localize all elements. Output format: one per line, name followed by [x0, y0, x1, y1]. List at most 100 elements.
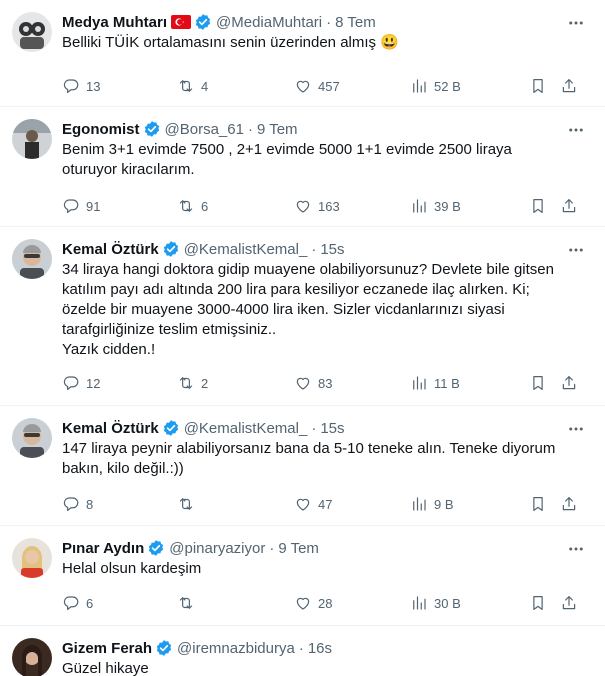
avatar[interactable]	[12, 538, 52, 578]
share-button[interactable]	[560, 196, 578, 216]
tweet-text-line: bakın, kilo değil.:))	[62, 460, 184, 477]
tweet-text: 34 liraya hangi doktora gidip muayene ol…	[62, 260, 562, 360]
tweet-text-line: özelde bir muayene 3000-4000 lira iken. …	[62, 301, 505, 318]
reply-button[interactable]: 13	[62, 76, 100, 96]
share-icon	[562, 596, 576, 610]
turkey-flag-icon	[171, 15, 192, 29]
views-button[interactable]: 9 B	[410, 494, 454, 514]
user-handle[interactable]: @Borsa_61	[165, 121, 244, 138]
tweet[interactable]: Pınar Aydın @pinaryaziyor · 9 Tem Helal …	[0, 526, 605, 626]
tweet-text-line: 34 liraya hangi doktora gidip muayene ol…	[62, 261, 554, 278]
bookmark-button[interactable]	[529, 593, 547, 613]
like-button[interactable]: 83	[294, 373, 332, 393]
bookmark-icon	[533, 596, 543, 610]
verified-badge-icon	[162, 419, 180, 437]
more-options-icon[interactable]	[567, 14, 585, 32]
like-button[interactable]: 163	[294, 196, 340, 216]
bookmark-icon	[533, 376, 543, 390]
views-button[interactable]: 39 B	[410, 196, 461, 216]
bookmark-button[interactable]	[529, 494, 547, 514]
reply-button[interactable]: 6	[62, 593, 93, 613]
views-button[interactable]: 52 B	[410, 76, 461, 96]
like-button[interactable]: 457	[294, 76, 340, 96]
retweet-count: 4	[201, 78, 209, 94]
retweet-count: 2	[201, 375, 209, 391]
user-handle[interactable]: @pinaryaziyor	[169, 540, 265, 557]
views-button[interactable]: 11 B	[410, 373, 460, 393]
share-button[interactable]	[560, 494, 578, 514]
view-count: 52 B	[434, 78, 461, 94]
avatar[interactable]	[12, 418, 52, 458]
timestamp[interactable]: 16s	[308, 640, 332, 657]
view-count: 9 B	[434, 496, 454, 512]
tweet-text-line: katılım payı adı altında 200 lira para k…	[62, 281, 530, 298]
timestamp[interactable]: 8 Tem	[335, 14, 376, 31]
display-name[interactable]: Kemal Öztürk	[62, 420, 159, 437]
analytics-icon	[413, 596, 426, 610]
tweet-text-line: Benim 3+1 evimde 7500 , 2+1 evimde 5000 …	[62, 141, 512, 158]
more-options-icon[interactable]	[567, 241, 585, 259]
reply-count: 12	[86, 375, 101, 391]
timestamp[interactable]: 15s	[320, 241, 344, 258]
user-handle[interactable]: @MediaMuhtari	[216, 14, 322, 31]
display-name[interactable]: Pınar Aydın	[62, 540, 144, 557]
reply-button[interactable]: 12	[62, 373, 100, 393]
tweet-actions: 8 47 9 B	[62, 494, 592, 514]
tweet[interactable]: Gizem Ferah @iremnazbidurya · 16s Güzel …	[0, 626, 605, 676]
avatar[interactable]	[12, 239, 52, 279]
like-count: 457	[318, 78, 340, 94]
bookmark-button[interactable]	[529, 76, 547, 96]
user-handle[interactable]: @iremnazbidurya	[177, 640, 295, 657]
display-name[interactable]: Medya Muhtarı	[62, 14, 167, 31]
tweet[interactable]: Medya Muhtarı @MediaMuhtari · 8 Tem Bell…	[0, 0, 605, 107]
reply-icon	[63, 79, 79, 93]
reply-button[interactable]: 8	[62, 494, 93, 514]
tweet-text: Helal olsun kardeşim	[62, 559, 562, 579]
like-button[interactable]: 28	[294, 593, 332, 613]
retweet-button[interactable]	[177, 593, 201, 613]
bookmark-button[interactable]	[529, 373, 547, 393]
retweet-button[interactable]	[177, 494, 201, 514]
avatar[interactable]	[12, 638, 52, 676]
user-handle[interactable]: @KemalistKemal_	[184, 420, 308, 437]
reply-button[interactable]: 91	[62, 196, 100, 216]
more-options-icon[interactable]	[567, 540, 585, 558]
retweet-button[interactable]: 2	[177, 373, 208, 393]
retweet-button[interactable]: 6	[177, 196, 208, 216]
retweet-icon	[179, 597, 193, 609]
bookmark-icon	[533, 79, 543, 93]
tweet-header: Pınar Aydın @pinaryaziyor · 9 Tem	[62, 538, 319, 558]
like-button[interactable]: 47	[294, 494, 332, 514]
timestamp[interactable]: 9 Tem	[257, 121, 298, 138]
heart-icon	[296, 200, 310, 213]
tweet-text-line: tarafgirliğinize teslim etmişsiniz..	[62, 321, 277, 338]
share-button[interactable]	[560, 76, 578, 96]
avatar[interactable]	[12, 119, 52, 159]
user-handle[interactable]: @KemalistKemal_	[184, 241, 308, 258]
tweet[interactable]: Kemal Öztürk @KemalistKemal_ · 15s 147 l…	[0, 406, 605, 526]
display-name[interactable]: Gizem Ferah	[62, 640, 152, 657]
tweet[interactable]: Egonomist @Borsa_61 · 9 Tem Benim 3+1 ev…	[0, 107, 605, 227]
display-name[interactable]: Egonomist	[62, 121, 140, 138]
bookmark-button[interactable]	[529, 196, 547, 216]
analytics-icon	[413, 79, 426, 93]
bookmark-icon	[533, 199, 543, 213]
retweet-button[interactable]: 4	[177, 76, 208, 96]
retweet-icon	[179, 498, 193, 510]
separator-dot: ·	[269, 539, 275, 557]
share-button[interactable]	[560, 593, 578, 613]
more-options-icon[interactable]	[567, 420, 585, 438]
views-button[interactable]: 30 B	[410, 593, 461, 613]
display-name[interactable]: Kemal Öztürk	[62, 241, 159, 258]
separator-dot: ·	[247, 120, 253, 138]
verified-badge-icon	[194, 13, 212, 31]
tweet[interactable]: Kemal Öztürk @KemalistKemal_ · 15s 34 li…	[0, 227, 605, 406]
more-options-icon[interactable]	[567, 121, 585, 139]
avatar[interactable]	[12, 12, 52, 52]
tweet-actions: 91 6 163 39 B	[62, 196, 592, 216]
tweet-header: Kemal Öztürk @KemalistKemal_ · 15s	[62, 418, 345, 438]
share-button[interactable]	[560, 373, 578, 393]
timestamp[interactable]: 9 Tem	[278, 540, 319, 557]
separator-dot: ·	[298, 639, 304, 657]
timestamp[interactable]: 15s	[320, 420, 344, 437]
